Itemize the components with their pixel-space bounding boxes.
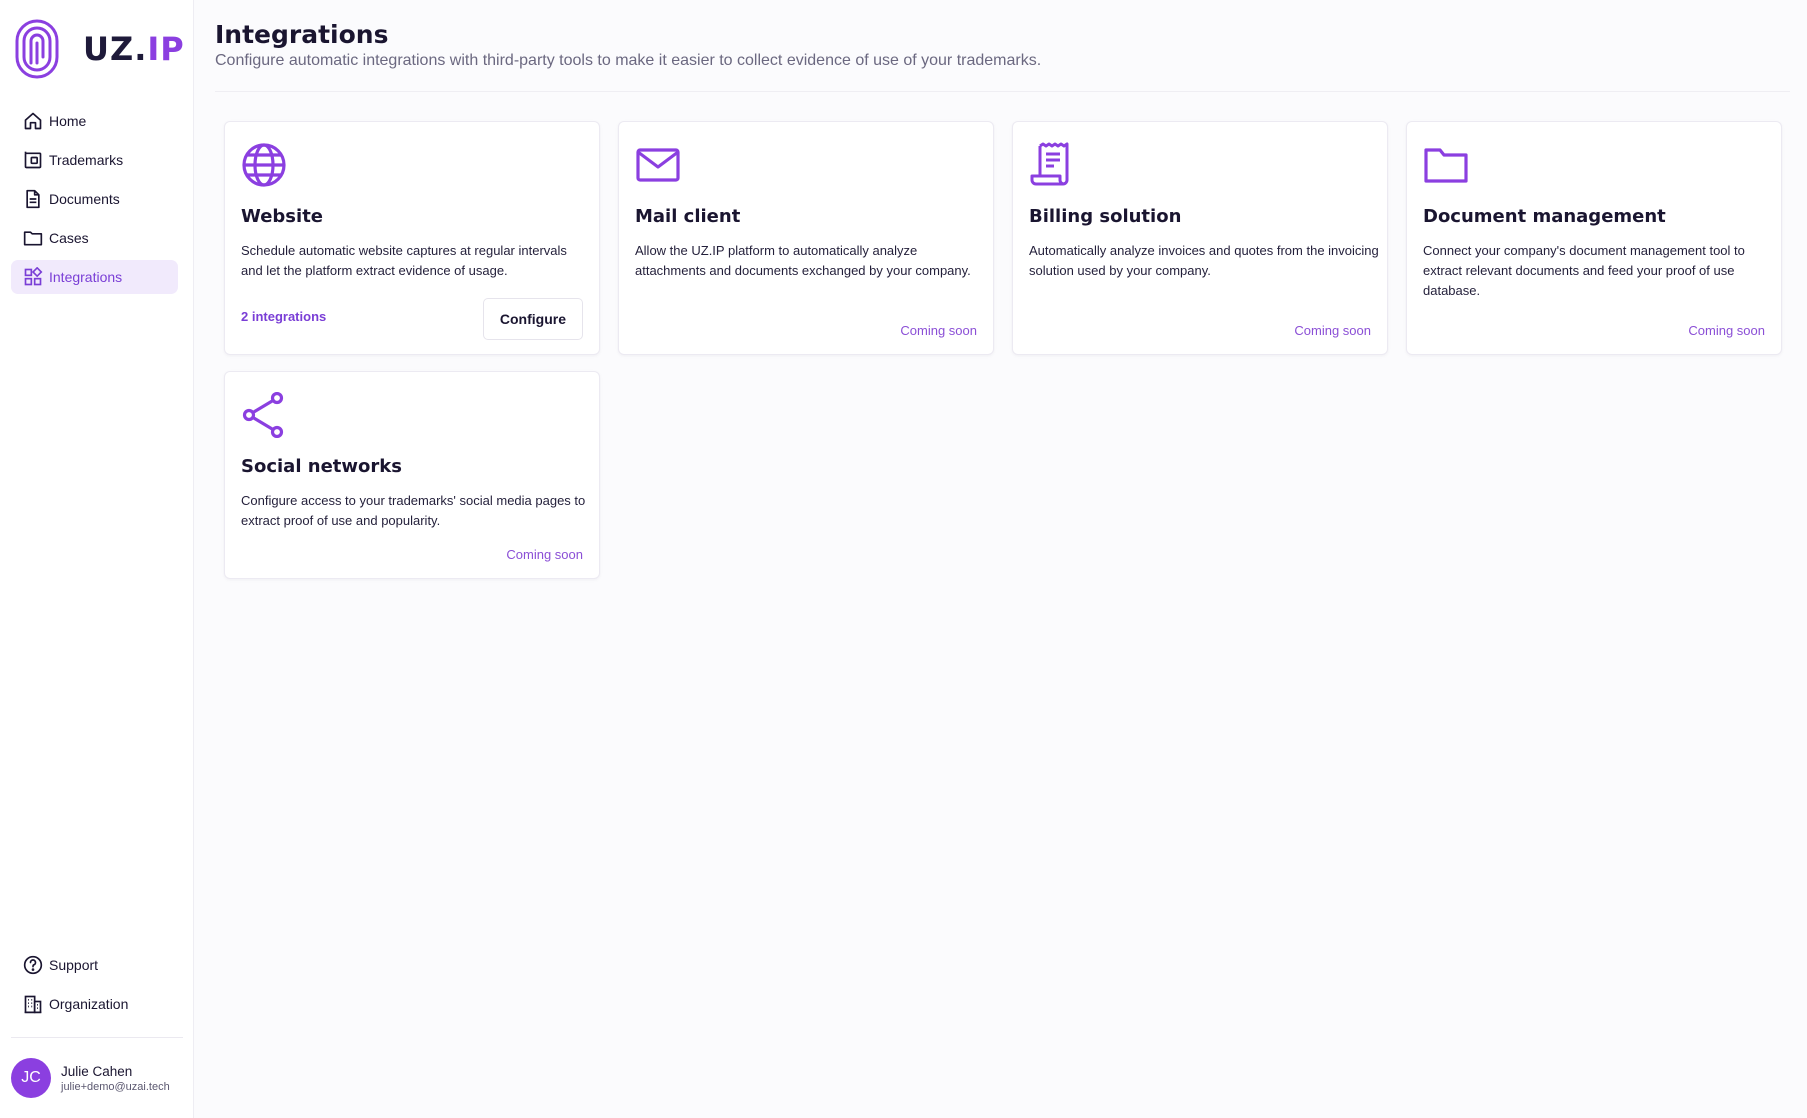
sidebar-item-home[interactable]: Home bbox=[11, 104, 178, 138]
card-description: Connect your company's document manageme… bbox=[1423, 243, 1745, 298]
sidebar-item-cases[interactable]: Cases bbox=[11, 221, 178, 255]
globe-icon bbox=[242, 143, 286, 187]
integrations-count-link[interactable]: 2 integrations bbox=[241, 309, 326, 324]
sidebar-item-label: Documents bbox=[49, 191, 120, 207]
card-description: Configure access to your trademarks' soc… bbox=[241, 493, 586, 528]
page-subtitle: Configure automatic integrations with th… bbox=[215, 52, 1042, 69]
help-icon bbox=[23, 955, 43, 975]
configure-button[interactable]: Configure bbox=[482, 298, 583, 340]
card-title: Social networks bbox=[241, 456, 402, 477]
sidebar-item-label: Cases bbox=[49, 230, 89, 246]
receipt-icon bbox=[1030, 142, 1069, 186]
user-profile[interactable]: JC Julie Cahen julie+demo@uzai.tech bbox=[11, 1058, 170, 1098]
share-icon bbox=[242, 392, 284, 438]
card-title: Mail client bbox=[635, 206, 741, 227]
document-icon bbox=[26, 189, 40, 209]
sidebar-item-label: Trademarks bbox=[49, 152, 124, 168]
card-title: Document management bbox=[1423, 206, 1666, 227]
sidebar-item-label: Integrations bbox=[49, 269, 123, 285]
page-title: Integrations bbox=[215, 20, 389, 49]
sidebar-item-support[interactable]: Support bbox=[11, 948, 178, 982]
logo[interactable]: UZ.IP bbox=[15, 19, 185, 79]
sidebar-bottom-nav: Support Organization bbox=[11, 948, 178, 1026]
sidebar-divider bbox=[11, 1037, 183, 1038]
coming-soon-label: Coming soon bbox=[506, 547, 583, 562]
main-content: Integrations Configure automatic integra… bbox=[194, 0, 1807, 1118]
sidebar-item-label: Organization bbox=[49, 996, 129, 1012]
integration-card-mail-client: Mail client Allow the UZ.IP platform to … bbox=[618, 121, 994, 355]
sidebar-item-organization[interactable]: Organization bbox=[11, 987, 178, 1021]
sidebar: UZ.IP Home Trademarks Documents Cases In… bbox=[0, 0, 194, 1118]
building-icon bbox=[24, 995, 42, 1014]
integration-card-billing-solution: Billing solution Automatically analyze i… bbox=[1012, 121, 1388, 355]
card-title: Billing solution bbox=[1029, 206, 1182, 227]
mail-icon bbox=[636, 148, 680, 182]
coming-soon-label: Coming soon bbox=[900, 323, 977, 338]
card-description: Schedule automatic website captures at r… bbox=[241, 243, 567, 278]
sidebar-item-documents[interactable]: Documents bbox=[11, 182, 178, 216]
folder-icon bbox=[1424, 148, 1468, 183]
card-description: Allow the UZ.IP platform to automaticall… bbox=[635, 243, 971, 278]
user-email: julie+demo@uzai.tech bbox=[61, 1080, 170, 1093]
sidebar-item-trademarks[interactable]: Trademarks bbox=[11, 143, 178, 177]
integration-card-social-networks: Social networks Configure access to your… bbox=[224, 371, 600, 579]
sidebar-nav: Home Trademarks Documents Cases Integrat… bbox=[11, 104, 178, 299]
header-divider bbox=[215, 91, 1790, 92]
integration-card-document-management: Document management Connect your company… bbox=[1406, 121, 1782, 355]
user-name: Julie Cahen bbox=[61, 1063, 133, 1079]
integrations-icon bbox=[24, 267, 43, 286]
fingerprint-logo-icon bbox=[15, 19, 59, 79]
home-icon bbox=[24, 112, 42, 130]
card-title: Website bbox=[241, 206, 324, 227]
sidebar-item-integrations[interactable]: Integrations bbox=[11, 260, 178, 294]
integration-card-website: Website Schedule automatic website captu… bbox=[224, 121, 600, 355]
coming-soon-label: Coming soon bbox=[1294, 323, 1371, 338]
logo-wordmark: UZ.IP bbox=[83, 30, 185, 68]
folder-icon bbox=[23, 231, 43, 246]
sidebar-item-label: Support bbox=[49, 957, 99, 973]
avatar: JC bbox=[11, 1058, 51, 1098]
coming-soon-label: Coming soon bbox=[1688, 323, 1765, 338]
sidebar-item-label: Home bbox=[49, 113, 87, 129]
card-description: Automatically analyze invoices and quote… bbox=[1029, 243, 1379, 278]
trademark-icon bbox=[24, 151, 42, 169]
